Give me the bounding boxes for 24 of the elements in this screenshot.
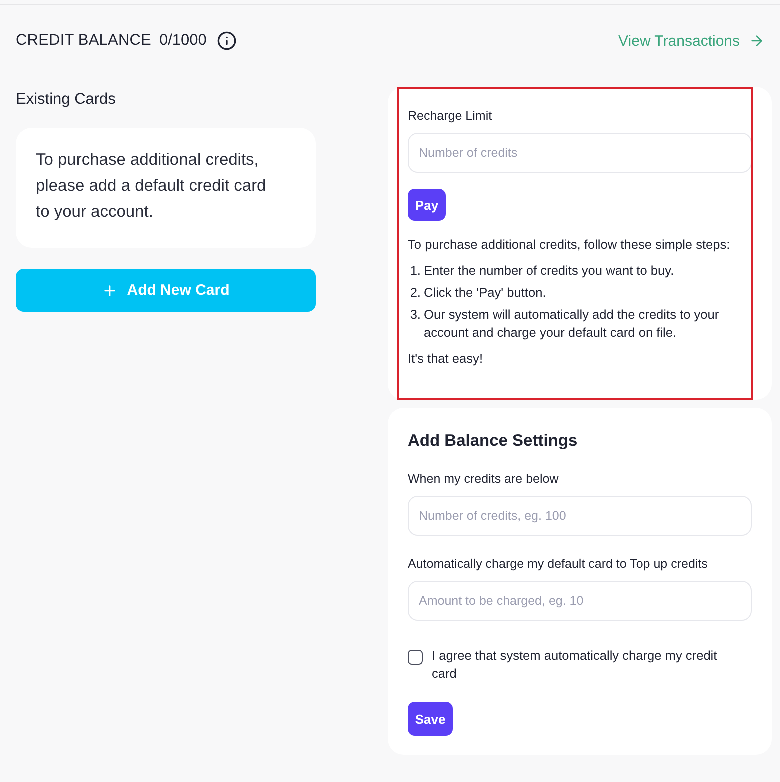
- field-label: When my credits are below: [408, 471, 559, 487]
- pay-button[interactable]: Pay: [408, 189, 446, 221]
- credit-balance-label: CREDIT BALANCE: [16, 32, 152, 50]
- credits-input-field[interactable]: Number of credits: [408, 133, 752, 173]
- input-field[interactable]: Number of credits, eg. 100: [408, 496, 752, 536]
- field-label: Automatically charge my default card to Top up credits: [408, 556, 708, 572]
- agree-checkbox[interactable]: [408, 650, 423, 665]
- step-text: Enter the number of credits you want to buy.: [424, 262, 674, 280]
- step-text: Click the 'Pay' button.: [424, 284, 546, 302]
- recharge-limit-label: Recharge Limit: [408, 108, 492, 124]
- step-text: Our system will automatically add the credits to your account and charge your default card on file.: [424, 306, 720, 342]
- instructions-outro: It's that easy!: [408, 350, 483, 368]
- credit-balance-value: 0/1000: [159, 32, 207, 50]
- step-number: 2.: [409, 284, 422, 302]
- no-card-message: To purchase additional credits, please add a default credit card to your account.: [36, 150, 268, 223]
- step-number: 3.: [409, 306, 422, 324]
- existing-cards-heading: Existing Cards: [16, 90, 116, 110]
- save-button[interactable]: Save: [408, 702, 453, 736]
- balance-settings-heading: Add Balance Settings: [408, 431, 578, 451]
- step-number: 1.: [409, 262, 422, 280]
- info-icon[interactable]: [216, 31, 237, 51]
- input-field[interactable]: Amount to be charged, eg. 10: [408, 581, 752, 621]
- instructions-intro: To purchase additional credits, follow these simple steps:: [408, 237, 730, 253]
- agreement-text: I agree that system automatically charge my credit card: [432, 647, 718, 683]
